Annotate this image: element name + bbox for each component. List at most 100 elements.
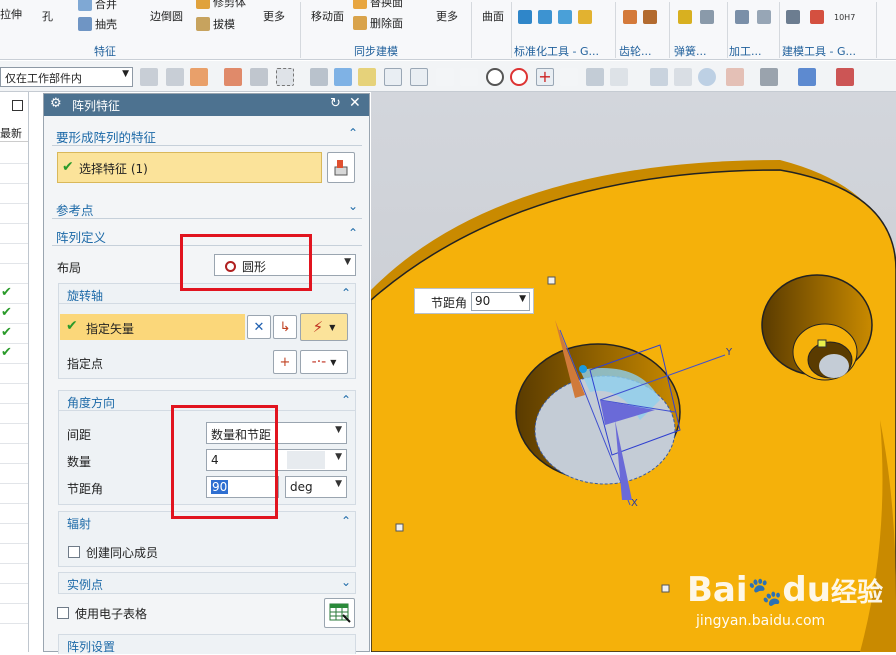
reset-icon[interactable]: ↻	[330, 96, 341, 111]
machining-icon[interactable]	[735, 10, 749, 24]
nav-row[interactable]	[0, 204, 28, 224]
surface-button[interactable]: 曲面	[482, 8, 504, 24]
delete-face-button[interactable]: 删除面	[353, 15, 403, 31]
chevron-up-icon[interactable]: ⌃	[348, 226, 358, 240]
crosshair-icon[interactable]: +	[536, 68, 554, 86]
select-feature-row[interactable]: ✔ 选择特征 (1)	[57, 152, 322, 183]
chevron-up-icon[interactable]: ⌃	[341, 286, 351, 300]
nav-row[interactable]	[0, 404, 28, 424]
nav-row[interactable]	[0, 584, 28, 604]
nav-row[interactable]	[0, 224, 28, 244]
chevron-down-icon[interactable]: ⌄	[348, 199, 358, 213]
gear-icon[interactable]	[623, 10, 637, 24]
view-fit-icon[interactable]	[674, 68, 692, 86]
snap-icon[interactable]	[190, 68, 208, 86]
feature-select-button[interactable]	[327, 152, 355, 183]
tolerance-10h7-icon[interactable]: 10H7	[834, 13, 855, 22]
hole-button[interactable]: 孔	[42, 8, 53, 24]
nav-row[interactable]	[0, 524, 28, 544]
point-type-dropdown[interactable]: -·- ▼	[300, 350, 348, 374]
spring-icon[interactable]	[678, 10, 692, 24]
modeling-edit-icon[interactable]	[810, 10, 824, 24]
nav-row[interactable]: ✔	[0, 304, 28, 324]
library-icon[interactable]	[578, 10, 592, 24]
render-style-icon[interactable]	[726, 68, 744, 86]
vector-dialog-button[interactable]: ↳	[273, 315, 297, 339]
nav-row[interactable]	[0, 184, 28, 204]
rectangle-select-icon[interactable]	[276, 68, 294, 86]
pitch-unit-dropdown[interactable]: deg ▼	[285, 476, 347, 498]
shaded-icon[interactable]	[760, 68, 778, 86]
nav-row[interactable]	[0, 564, 28, 584]
onscreen-input-field[interactable]: 90 ▼	[471, 292, 530, 311]
section-reference-point[interactable]: 参考点 ⌄	[52, 197, 362, 219]
bolt-icon[interactable]	[558, 10, 572, 24]
chevron-up-icon[interactable]: ⌃	[348, 126, 358, 140]
nav-row[interactable]	[0, 264, 28, 284]
standard-part-icon[interactable]	[518, 10, 532, 24]
trim-body-button[interactable]: 修剪体	[196, 0, 246, 10]
nav-row[interactable]	[0, 484, 28, 504]
section-features-to-pattern[interactable]: 要形成阵列的特征 ⌃	[52, 124, 362, 146]
grid-icon[interactable]	[610, 68, 628, 86]
nav-row[interactable]	[0, 384, 28, 404]
chevron-up-icon[interactable]: ⌃	[341, 393, 351, 407]
nav-row[interactable]: ✔	[0, 344, 28, 364]
nav-row[interactable]	[0, 464, 28, 484]
curve-icon[interactable]	[460, 68, 478, 86]
rotate-icon[interactable]	[698, 68, 716, 86]
graphics-viewport[interactable]: Y X 节距角 90 ▼ Bai🐾du经验 jingyan.baidu.com	[371, 92, 896, 652]
gear-edit-icon[interactable]	[643, 10, 657, 24]
edge-icon[interactable]	[560, 68, 578, 86]
nav-row[interactable]: ✔	[0, 324, 28, 344]
pin-icon[interactable]	[224, 68, 242, 86]
lasso-icon[interactable]	[250, 68, 268, 86]
modeling-tool-icon[interactable]	[786, 10, 800, 24]
maximize-icon[interactable]	[12, 100, 23, 111]
nav-row[interactable]	[0, 604, 28, 624]
move-face-button[interactable]: 移动面	[311, 8, 344, 24]
nav-row[interactable]	[0, 544, 28, 564]
filter-icon[interactable]	[140, 68, 158, 86]
fastener-icon[interactable]	[538, 10, 552, 24]
body-select-icon[interactable]	[334, 68, 352, 86]
selection-scope-dropdown[interactable]: 仅在工作部件内 ▼	[0, 67, 133, 87]
edge-blend-button[interactable]: 边倒圆	[150, 8, 183, 24]
unite-button[interactable]: 合并	[78, 0, 117, 12]
face-select-icon[interactable]	[310, 68, 328, 86]
point-dialog-button[interactable]: +	[273, 350, 297, 374]
pitch-angle-onscreen-input[interactable]: 节距角 90 ▼	[414, 288, 534, 314]
concentric-checkbox[interactable]	[68, 546, 80, 558]
face-point-icon[interactable]	[586, 68, 604, 86]
nav-row[interactable]	[0, 504, 28, 524]
circle-point-icon[interactable]	[510, 68, 528, 86]
view-icon[interactable]	[650, 68, 668, 86]
nav-row[interactable]	[0, 244, 28, 264]
shell-button[interactable]: 抽壳	[78, 16, 117, 32]
chevron-up-icon[interactable]: ⌃	[341, 514, 351, 528]
origin-handle[interactable]	[579, 365, 587, 373]
vector-type-dropdown[interactable]: ⚡ ▼	[300, 313, 348, 341]
arc-icon[interactable]	[436, 68, 454, 86]
nav-row[interactable]	[0, 364, 28, 384]
more-sync-button[interactable]: 更多	[436, 8, 458, 24]
nav-row[interactable]	[0, 144, 28, 164]
specify-vector-row[interactable]: ✔ 指定矢量	[60, 314, 245, 340]
spreadsheet-checkbox[interactable]	[57, 607, 69, 619]
subsection-pattern-settings[interactable]: 阵列设置	[58, 634, 356, 654]
line-icon[interactable]	[384, 68, 402, 86]
layer-icon[interactable]	[836, 68, 854, 86]
reverse-direction-button[interactable]: ✕	[247, 315, 271, 339]
subsection-instance-points[interactable]: 实例点 ⌄	[58, 572, 356, 594]
nav-row[interactable]	[0, 424, 28, 444]
more-features-button[interactable]: 更多	[263, 8, 285, 24]
nav-row[interactable]	[0, 164, 28, 184]
spring-delete-icon[interactable]	[700, 10, 714, 24]
center-point-icon[interactable]	[486, 68, 504, 86]
chevron-down-icon[interactable]: ⌄	[341, 575, 351, 589]
replace-face-button[interactable]: 替换面	[353, 0, 403, 10]
line-diagonal-icon[interactable]	[410, 68, 428, 86]
cube-view-icon[interactable]	[798, 68, 816, 86]
nav-row[interactable]: ✔	[0, 284, 28, 304]
close-icon[interactable]: ✕	[349, 95, 361, 111]
